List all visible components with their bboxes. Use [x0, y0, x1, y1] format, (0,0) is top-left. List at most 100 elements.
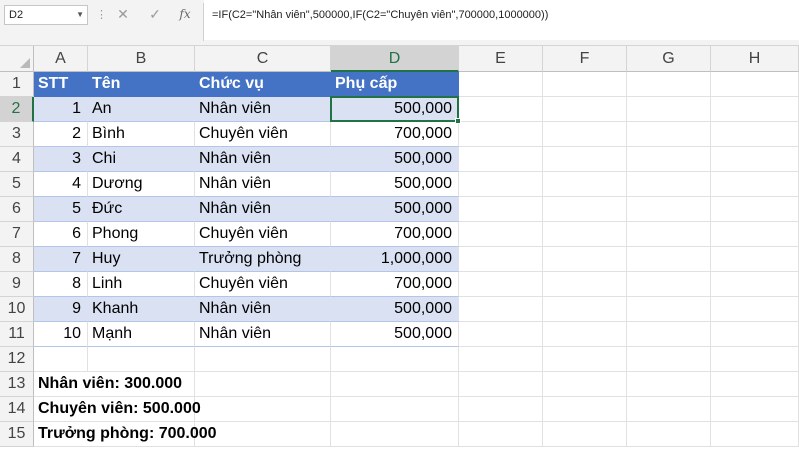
cell-c6[interactable]: Nhân viên	[195, 197, 331, 222]
note-cell[interactable]: Trưởng phòng: 700.000	[34, 422, 217, 447]
row-header-14[interactable]: 14	[0, 397, 34, 422]
cell-d2[interactable]: 500,000	[331, 97, 459, 122]
cell-a11[interactable]: 10	[34, 322, 88, 347]
cell-e6[interactable]	[459, 197, 543, 222]
cell-a12[interactable]	[34, 347, 88, 372]
chevron-down-icon[interactable]: ▼	[76, 6, 84, 24]
cell-c5[interactable]: Nhân viên	[195, 172, 331, 197]
cell-d12[interactable]	[331, 347, 459, 372]
cell-g8[interactable]	[627, 247, 711, 272]
cell-f6[interactable]	[543, 197, 627, 222]
formula-input[interactable]: =IF(C2="Nhân viên",500000,IF(C2="Chuyên …	[204, 0, 799, 40]
cell-e2[interactable]	[459, 97, 543, 122]
cell-f1[interactable]	[543, 72, 627, 97]
cell-b7[interactable]: Phong	[88, 222, 195, 247]
cell-a3[interactable]: 2	[34, 122, 88, 147]
cell-a2[interactable]: 1	[34, 97, 88, 122]
cell-e9[interactable]	[459, 272, 543, 297]
cell-a6[interactable]: 5	[34, 197, 88, 222]
cell-f4[interactable]	[543, 147, 627, 172]
cell-h8[interactable]	[711, 247, 799, 272]
cell-g11[interactable]	[627, 322, 711, 347]
cell-c11[interactable]: Nhân viên	[195, 322, 331, 347]
cell-g10[interactable]	[627, 297, 711, 322]
cell-h10[interactable]	[711, 297, 799, 322]
note-cell[interactable]: Chuyên viên: 500.000	[34, 397, 201, 422]
cell-d14[interactable]	[331, 397, 459, 422]
cell-f12[interactable]	[543, 347, 627, 372]
cell-b2[interactable]: An	[88, 97, 195, 122]
cell-a5[interactable]: 4	[34, 172, 88, 197]
row-header-5[interactable]: 5	[0, 172, 34, 197]
cell-b9[interactable]: Linh	[88, 272, 195, 297]
cell-d6[interactable]: 500,000	[331, 197, 459, 222]
cell-c2[interactable]: Nhân viên	[195, 97, 331, 122]
cell-h12[interactable]	[711, 347, 799, 372]
cancel-icon[interactable]: ✕	[112, 4, 134, 24]
table-header-cell[interactable]: Phụ cấp	[331, 72, 459, 97]
cell-g2[interactable]	[627, 97, 711, 122]
row-header-13[interactable]: 13	[0, 372, 34, 397]
table-header-cell[interactable]: STT	[34, 72, 88, 97]
row-header-15[interactable]: 15	[0, 422, 34, 447]
cell-h2[interactable]	[711, 97, 799, 122]
cell-f2[interactable]	[543, 97, 627, 122]
cell-e4[interactable]	[459, 147, 543, 172]
cell-a7[interactable]: 6	[34, 222, 88, 247]
cell-h6[interactable]	[711, 197, 799, 222]
row-header-7[interactable]: 7	[0, 222, 34, 247]
cell-a9[interactable]: 8	[34, 272, 88, 297]
cell-d7[interactable]: 700,000	[331, 222, 459, 247]
cell-g12[interactable]	[627, 347, 711, 372]
column-header-g[interactable]: G	[627, 46, 711, 72]
cell-b10[interactable]: Khanh	[88, 297, 195, 322]
cell-h4[interactable]	[711, 147, 799, 172]
column-header-h[interactable]: H	[711, 46, 799, 72]
name-box[interactable]: D2 ▼	[4, 5, 88, 25]
cell-e8[interactable]	[459, 247, 543, 272]
cell-d9[interactable]: 700,000	[331, 272, 459, 297]
cell-b5[interactable]: Dương	[88, 172, 195, 197]
note-cell[interactable]: Nhân viên: 300.000	[34, 372, 182, 397]
cell-g13[interactable]	[627, 372, 711, 397]
cell-c14[interactable]	[195, 397, 331, 422]
cell-g1[interactable]	[627, 72, 711, 97]
cell-d4[interactable]: 500,000	[331, 147, 459, 172]
row-header-10[interactable]: 10	[0, 297, 34, 322]
cell-h1[interactable]	[711, 72, 799, 97]
cell-a10[interactable]: 9	[34, 297, 88, 322]
cell-h14[interactable]	[711, 397, 799, 422]
cell-g4[interactable]	[627, 147, 711, 172]
cell-e7[interactable]	[459, 222, 543, 247]
cell-c12[interactable]	[195, 347, 331, 372]
cell-c8[interactable]: Trưởng phòng	[195, 247, 331, 272]
cell-g9[interactable]	[627, 272, 711, 297]
cell-c7[interactable]: Chuyên viên	[195, 222, 331, 247]
cell-f11[interactable]	[543, 322, 627, 347]
cell-f9[interactable]	[543, 272, 627, 297]
cell-h9[interactable]	[711, 272, 799, 297]
cell-g14[interactable]	[627, 397, 711, 422]
cell-d11[interactable]: 500,000	[331, 322, 459, 347]
cell-h7[interactable]	[711, 222, 799, 247]
cell-c4[interactable]: Nhân viên	[195, 147, 331, 172]
table-header-cell[interactable]: Tên	[88, 72, 195, 97]
cell-h15[interactable]	[711, 422, 799, 447]
cell-e1[interactable]	[459, 72, 543, 97]
column-header-b[interactable]: B	[88, 46, 195, 72]
cell-b3[interactable]: Bình	[88, 122, 195, 147]
cell-d5[interactable]: 500,000	[331, 172, 459, 197]
column-header-e[interactable]: E	[459, 46, 543, 72]
row-header-4[interactable]: 4	[0, 147, 34, 172]
cell-b6[interactable]: Đức	[88, 197, 195, 222]
cell-d3[interactable]: 700,000	[331, 122, 459, 147]
cell-e15[interactable]	[459, 422, 543, 447]
cell-e12[interactable]	[459, 347, 543, 372]
table-header-cell[interactable]: Chức vụ	[195, 72, 331, 97]
cell-a4[interactable]: 3	[34, 147, 88, 172]
column-header-d[interactable]: D	[331, 46, 459, 72]
cell-d8[interactable]: 1,000,000	[331, 247, 459, 272]
cell-f15[interactable]	[543, 422, 627, 447]
cell-b12[interactable]	[88, 347, 195, 372]
cell-e3[interactable]	[459, 122, 543, 147]
